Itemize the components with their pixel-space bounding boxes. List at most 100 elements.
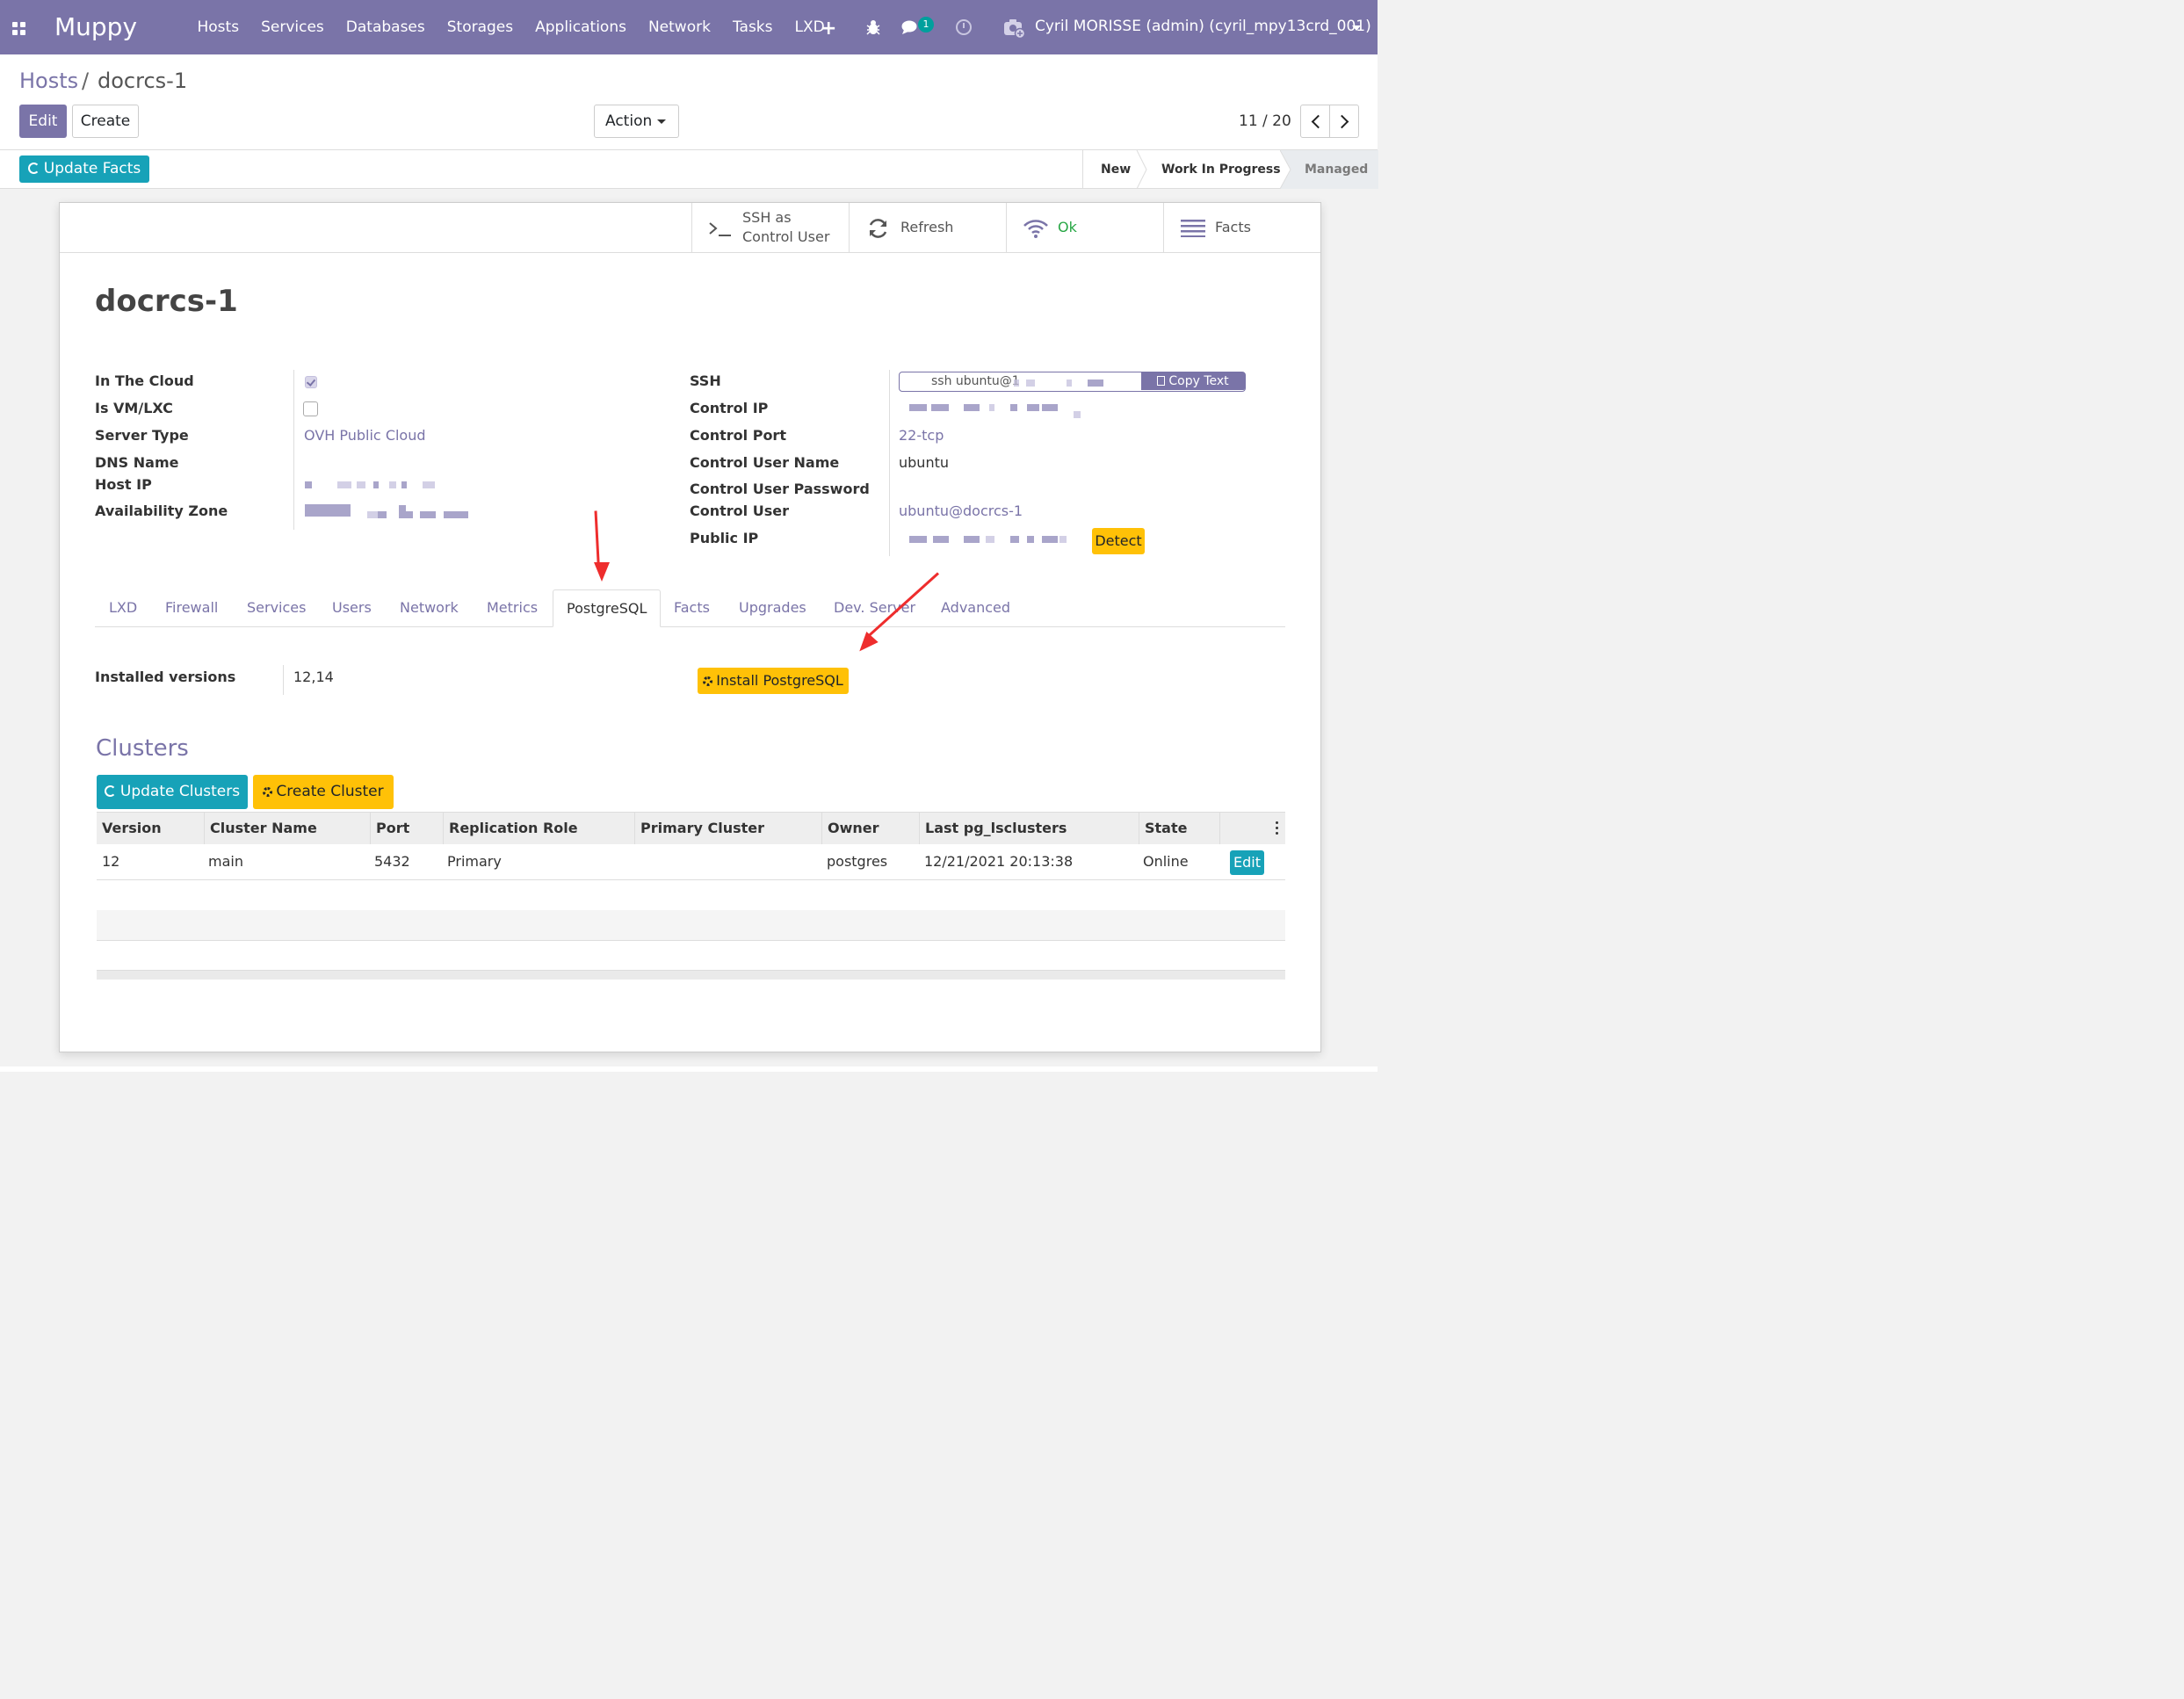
in-the-cloud-checkbox[interactable]: [305, 376, 317, 388]
notebook-tabs: LXD Firewall Services Users Network Metr…: [95, 589, 1285, 627]
is-vm-lxc-checkbox[interactable]: [303, 401, 318, 416]
record-title: docrcs-1: [95, 284, 238, 319]
column-port[interactable]: Port: [370, 813, 443, 844]
menu-tasks[interactable]: Tasks: [721, 18, 784, 36]
bug-icon[interactable]: [864, 18, 882, 36]
copy-text-label: Copy Text: [1168, 374, 1229, 388]
column-replication-role[interactable]: Replication Role: [443, 813, 634, 844]
column-last-pg-lsclusters[interactable]: Last pg_lsclusters: [919, 813, 1139, 844]
tab-services[interactable]: Services: [247, 589, 306, 626]
tab-dev-server[interactable]: Dev. Server: [834, 589, 915, 626]
cell-cluster-name: main: [208, 853, 243, 870]
detect-button[interactable]: Detect: [1092, 528, 1145, 554]
tab-postgresql[interactable]: PostgreSQL: [553, 589, 662, 627]
update-clusters-label: Update Clusters: [119, 783, 241, 800]
cell-port: 5432: [374, 853, 410, 870]
column-version[interactable]: Version: [97, 813, 204, 844]
pager-next-button[interactable]: [1329, 105, 1359, 138]
ssh-button-line1: SSH as: [742, 209, 792, 226]
edit-button[interactable]: Edit: [19, 105, 67, 138]
cell-owner: postgres: [827, 853, 888, 870]
tab-lxd[interactable]: LXD: [109, 589, 137, 626]
action-label: Action: [605, 112, 653, 130]
copy-text-button[interactable]: Copy Text: [1141, 372, 1245, 390]
cell-state: Online: [1143, 853, 1189, 870]
empty-row: [97, 910, 1285, 941]
label-control-port: Control Port: [690, 427, 786, 444]
ssh-control-user-button[interactable]: SSH as Control User: [691, 203, 849, 252]
create-cluster-button[interactable]: Create Cluster: [253, 775, 394, 809]
statusbar: New Work In Progress Managed: [1082, 150, 1378, 189]
table-header: Version Cluster Name Port Replication Ro…: [97, 812, 1285, 845]
pager-value[interactable]: 11 / 20: [1239, 112, 1291, 130]
user-menu[interactable]: Cyril MORISSE (admin) (cyril_mpy13crd_00…: [1035, 18, 1371, 35]
action-dropdown[interactable]: Action: [594, 105, 679, 138]
app-brand[interactable]: Muppy: [54, 12, 137, 41]
clock-icon[interactable]: [956, 19, 972, 35]
server-type-link[interactable]: OVH Public Cloud: [304, 427, 426, 444]
menu-hosts[interactable]: Hosts: [186, 18, 250, 36]
refresh-icon: [27, 163, 40, 174]
caret-down-icon: [657, 119, 666, 124]
tab-firewall[interactable]: Firewall: [165, 589, 218, 626]
menu-applications[interactable]: Applications: [524, 18, 638, 36]
breadcrumb-hosts[interactable]: Hosts: [19, 69, 78, 93]
create-button[interactable]: Create: [72, 105, 139, 138]
facts-button[interactable]: Facts: [1163, 203, 1320, 252]
optional-columns-icon[interactable]: [1276, 821, 1278, 835]
tab-users[interactable]: Users: [332, 589, 372, 626]
stage-managed[interactable]: Managed: [1280, 150, 1378, 189]
control-port-link[interactable]: 22-tcp: [899, 427, 944, 444]
table-row[interactable]: 12 main 5432 Primary postgres 12/21/2021…: [97, 844, 1285, 880]
tab-network[interactable]: Network: [400, 589, 459, 626]
apps-menu-icon[interactable]: [12, 22, 25, 35]
label-installed-versions: Installed versions: [95, 669, 236, 685]
ssh-command-field[interactable]: ssh ubuntu@1 Copy Text: [899, 372, 1246, 392]
update-clusters-button[interactable]: Update Clusters: [97, 775, 248, 809]
tab-upgrades[interactable]: Upgrades: [739, 589, 806, 626]
column-state[interactable]: State: [1139, 813, 1219, 844]
refresh-icon: [869, 219, 887, 238]
menu-storages[interactable]: Storages: [436, 18, 524, 36]
label-is-vm-lxc: Is VM/LXC: [95, 400, 173, 416]
column-primary-cluster[interactable]: Primary Cluster: [634, 813, 821, 844]
field-divider: [889, 370, 890, 556]
plus-icon[interactable]: +: [821, 18, 836, 40]
form-sheet: SSH as Control User Refresh Ok Facts doc…: [59, 202, 1321, 1052]
tab-facts[interactable]: Facts: [674, 589, 710, 626]
gear-icon: [263, 787, 273, 797]
label-ssh: SSH: [690, 372, 721, 389]
facts-label: Facts: [1215, 219, 1251, 235]
row-edit-button[interactable]: Edit: [1230, 850, 1264, 875]
connection-status-button[interactable]: Ok: [1006, 203, 1163, 252]
user-avatar-icon[interactable]: [1003, 18, 1026, 39]
empty-row: [97, 940, 1285, 971]
ssh-command-text: ssh ubuntu@1: [931, 374, 1020, 388]
pager-previous-button[interactable]: [1300, 105, 1330, 138]
label-host-ip: Host IP: [95, 476, 152, 493]
empty-row: [97, 880, 1285, 911]
cell-version: 12: [102, 853, 120, 870]
field-divider: [283, 665, 284, 695]
copy-icon: [1157, 376, 1166, 386]
menu-services[interactable]: Services: [250, 18, 336, 36]
label-availability-zone: Availability Zone: [95, 502, 228, 519]
update-facts-button[interactable]: Update Facts: [19, 155, 149, 183]
chevron-down-icon[interactable]: [1352, 25, 1361, 31]
stage-work-in-progress[interactable]: Work In Progress: [1161, 150, 1281, 189]
menu-databases[interactable]: Databases: [335, 18, 436, 36]
column-owner[interactable]: Owner: [821, 813, 919, 844]
list-icon: [1181, 220, 1205, 237]
tab-metrics[interactable]: Metrics: [487, 589, 538, 626]
wifi-icon: [1023, 220, 1048, 238]
column-cluster-name[interactable]: Cluster Name: [204, 813, 370, 844]
menu-network[interactable]: Network: [637, 18, 721, 36]
refresh-button[interactable]: Refresh: [849, 203, 1006, 252]
label-control-user-name: Control User Name: [690, 454, 840, 471]
stage-new[interactable]: New: [1101, 150, 1131, 189]
control-user-link[interactable]: ubuntu@docrcs-1: [899, 502, 1023, 519]
tab-advanced[interactable]: Advanced: [941, 589, 1010, 626]
chevron-right-icon: [1334, 114, 1349, 129]
label-in-the-cloud: In The Cloud: [95, 372, 194, 389]
install-postgresql-button[interactable]: Install PostgreSQL: [698, 668, 849, 694]
